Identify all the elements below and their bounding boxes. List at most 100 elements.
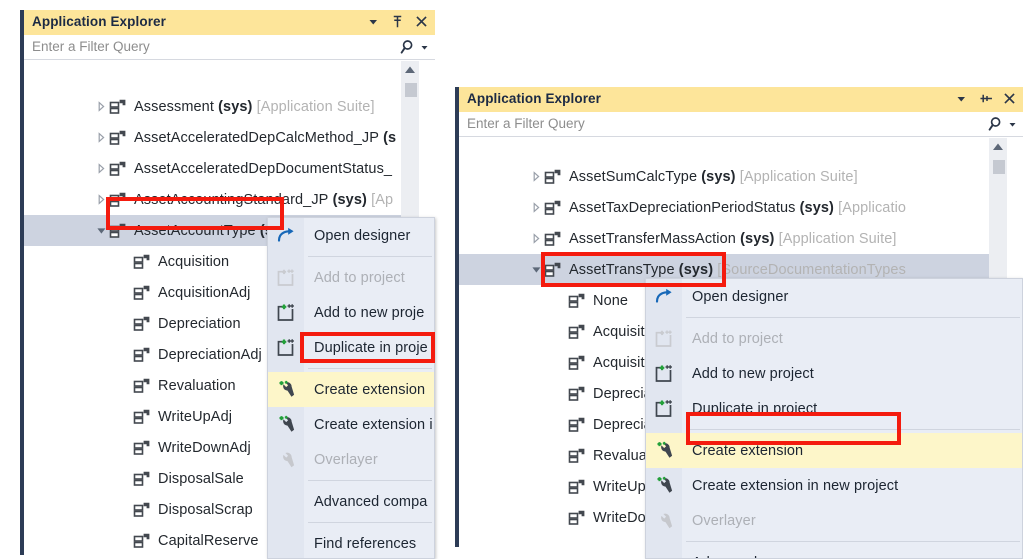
expander-collapsed-icon[interactable] — [531, 202, 542, 213]
menu-item-label: Add to project — [692, 330, 783, 347]
menu-item-label: Duplicate in proje — [314, 339, 428, 356]
menu-item[interactable]: Add to new proje — [268, 295, 434, 330]
tree-item[interactable]: Assessment (sys) [Application Suite] — [24, 91, 419, 122]
tree-item-sys: (s — [379, 129, 397, 146]
expander-placeholder — [120, 349, 131, 360]
menu-item[interactable]: Create extension i — [268, 407, 434, 442]
menu-item: Overlayer — [268, 442, 434, 477]
right-panel-title: Application Explorer — [467, 91, 602, 106]
add-to-new-project-icon — [276, 303, 297, 322]
expander-collapsed-icon[interactable] — [96, 194, 107, 205]
left-scroll-thumb[interactable] — [405, 83, 417, 97]
close-icon[interactable] — [414, 13, 429, 30]
menu-item-label: Open designer — [692, 288, 789, 305]
menu-item[interactable]: Create extension — [646, 433, 1022, 468]
enum-node-icon — [544, 262, 562, 277]
menu-item[interactable]: Advanced compa — [268, 484, 434, 519]
expander-placeholder — [120, 411, 131, 422]
menu-separator — [646, 314, 1022, 321]
add-to-project-icon — [654, 329, 675, 348]
duplicate-in-project-icon — [654, 399, 675, 418]
menu-item-label: Find references — [314, 535, 417, 552]
menu-item[interactable]: Add to new project — [646, 356, 1022, 391]
expander-expanded-icon[interactable] — [96, 225, 107, 236]
search-icon[interactable] — [988, 115, 1005, 133]
left-filter-bar[interactable]: Enter a Filter Query — [24, 35, 435, 60]
tree-item[interactable]: AssetTransferMassAction (sys) [Applicati… — [459, 223, 1007, 254]
menu-item[interactable]: Duplicate in proje — [268, 330, 434, 365]
chevron-down-icon[interactable] — [954, 90, 969, 107]
expander-placeholder — [555, 450, 566, 461]
scroll-up-arrow-icon[interactable] — [991, 142, 1003, 152]
tree-item[interactable]: AssetAcceleratedDepCalcMethod_JP (s — [24, 122, 419, 153]
menu-item[interactable]: Find references — [268, 526, 434, 558]
enum-node-icon — [568, 417, 586, 432]
right-filter-bar[interactable]: Enter a Filter Query — [459, 112, 1023, 137]
right-filter-input[interactable]: Enter a Filter Query — [467, 116, 585, 131]
enum-node-icon — [109, 161, 127, 176]
menu-item[interactable]: Create extension — [268, 372, 434, 407]
tree-item-label: None — [593, 292, 629, 309]
enum-node-icon — [133, 409, 151, 424]
open-designer-icon — [276, 226, 297, 245]
menu-item[interactable]: Advanced compare... — [646, 545, 1022, 559]
tree-item-model: [Ap — [366, 191, 394, 208]
close-icon[interactable] — [1002, 90, 1017, 107]
expander-collapsed-icon[interactable] — [96, 163, 107, 174]
enum-node-icon — [568, 293, 586, 308]
menu-item-label: Overlayer — [692, 512, 756, 529]
chevron-down-icon[interactable] — [366, 13, 381, 30]
tree-item-label: AcquisitionAdj — [158, 284, 251, 301]
pin-vertical-icon[interactable] — [390, 13, 405, 30]
tree-item-label: DepreciationAdj — [158, 346, 262, 363]
left-panel-title: Application Explorer — [32, 14, 167, 29]
menu-item[interactable]: Open designer — [646, 279, 1022, 314]
expander-collapsed-icon[interactable] — [531, 233, 542, 244]
search-icon[interactable] — [400, 38, 417, 56]
menu-item-label: Advanced compa — [314, 493, 428, 510]
tree-item[interactable]: AssetTaxDepreciationPeriodStatus (sys) [… — [459, 192, 1007, 223]
right-scroll-thumb[interactable] — [993, 160, 1005, 174]
chevron-down-icon[interactable] — [420, 38, 429, 56]
menu-separator — [268, 477, 434, 484]
expander-collapsed-icon[interactable] — [96, 132, 107, 143]
menu-item[interactable]: Open designer — [268, 218, 434, 253]
tree-item-label: Depreciation — [158, 315, 241, 332]
scroll-up-arrow-icon[interactable] — [403, 65, 415, 75]
chevron-down-icon[interactable] — [1008, 115, 1017, 133]
tree-item-label: AssetTaxDepreciationPeriodStatus — [569, 199, 796, 216]
tree-item[interactable]: AssetAccountingStandard_JP (sys) [Ap — [24, 184, 419, 215]
menu-separator — [646, 538, 1022, 545]
tree-item-label: AssetAccountingStandard_JP — [134, 191, 329, 208]
tree-item-label: AssetTransferMassAction — [569, 230, 736, 247]
right-filter-icon-group — [988, 115, 1017, 133]
expander-placeholder — [555, 357, 566, 368]
tree-item-sys: (sys) — [697, 168, 736, 185]
menu-item-label: Advanced compare... — [692, 555, 831, 559]
expander-collapsed-icon[interactable] — [96, 101, 107, 112]
enum-node-icon — [133, 285, 151, 300]
menu-item[interactable]: Duplicate in project — [646, 391, 1022, 426]
tree-item-label: Assessment — [134, 98, 214, 115]
tree-item[interactable]: AssetSumCalcType (sys) [Application Suit… — [459, 161, 1007, 192]
enum-node-icon — [544, 169, 562, 184]
expander-collapsed-icon[interactable] — [531, 171, 542, 182]
tree-item-label: Acquisiti — [593, 323, 648, 340]
enum-node-icon — [133, 502, 151, 517]
left-tree-scrollbar[interactable] — [401, 61, 419, 231]
right-panel-titlebar: Application Explorer — [459, 87, 1023, 112]
tree-item-model: [Application Suite] — [774, 230, 897, 247]
tree-item-model: [SourceDocumentationTypes — [713, 261, 906, 278]
expander-expanded-icon[interactable] — [531, 264, 542, 275]
menu-item-label: Open designer — [314, 227, 411, 244]
tree-item[interactable]: AssetAcceleratedDepDocumentStatus_ — [24, 153, 419, 184]
tree-item-model: [Application Suite] — [735, 168, 858, 185]
menu-item[interactable]: Create extension in new project — [646, 468, 1022, 503]
right-context-menu[interactable]: Open designer Add to project Add to new pr… — [645, 278, 1023, 559]
tree-item-sys: (sys) — [213, 98, 253, 115]
left-filter-input[interactable]: Enter a Filter Query — [32, 39, 150, 54]
left-context-menu[interactable]: Open designer Add to project Add to new pr… — [267, 217, 435, 559]
tree-item-label: AssetAccountType — [134, 222, 256, 239]
tree-item-label: WriteDownAdj — [158, 439, 251, 456]
pin-horizontal-icon[interactable] — [978, 90, 993, 107]
